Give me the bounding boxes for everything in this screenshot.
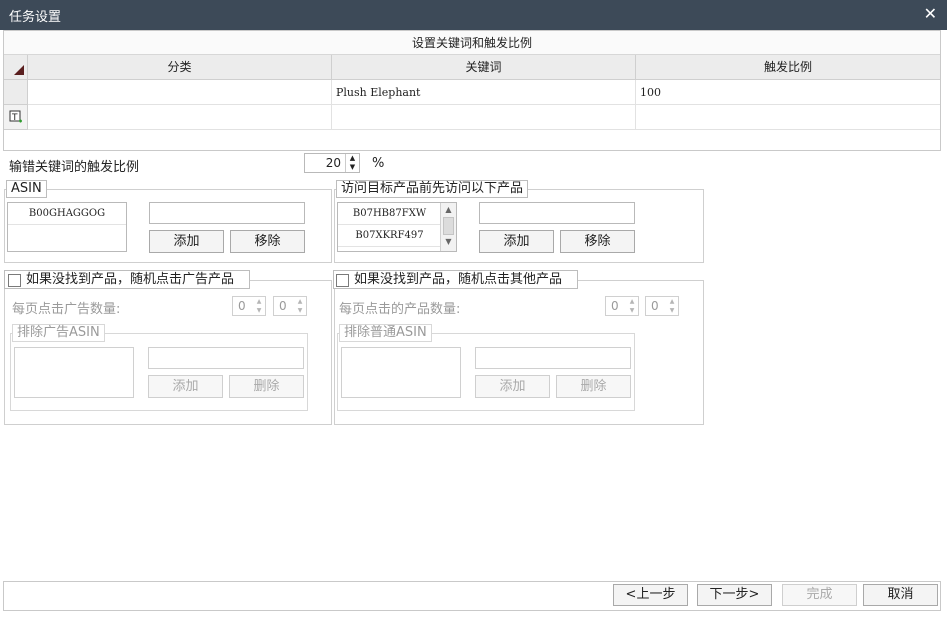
pre-visit-list-item[interactable]: B07HB87FXW bbox=[338, 203, 441, 225]
ad-exclude-delete-button[interactable]: 删除 bbox=[229, 375, 304, 398]
close-icon[interactable]: ✕ bbox=[924, 4, 937, 23]
cell-ratio[interactable]: 100 bbox=[636, 80, 940, 105]
ad-per-page-label: 每页点击广告数量: bbox=[12, 302, 121, 317]
pre-visit-list-item[interactable]: B07XKRF497 bbox=[338, 225, 441, 247]
other-spin-2-value: 0 bbox=[651, 299, 659, 313]
other-legend: 如果没找到产品，随机点击其他产品 bbox=[333, 270, 578, 289]
cell-category[interactable] bbox=[28, 80, 332, 105]
corner-triangle-icon bbox=[14, 65, 24, 75]
spinner-arrows-icon: ▲ ▼ bbox=[297, 298, 303, 314]
ad-exclude-list[interactable] bbox=[14, 347, 134, 398]
new-cell-keyword[interactable] bbox=[332, 105, 636, 130]
column-header-category[interactable]: 分类 bbox=[28, 55, 332, 80]
column-header-ratio[interactable]: 触发比例 bbox=[636, 55, 940, 80]
grid-title: 设置关键词和触发比例 bbox=[4, 31, 940, 55]
cancel-button[interactable]: 取消 bbox=[863, 584, 938, 606]
new-cell-ratio[interactable] bbox=[636, 105, 940, 130]
typo-ratio-value: 20 bbox=[325, 156, 341, 170]
next-button[interactable]: 下一步> bbox=[697, 584, 772, 606]
other-spin-1[interactable]: 0 ▲ ▼ bbox=[605, 296, 639, 316]
typo-ratio-spinner[interactable]: 20 ▲ ▼ bbox=[304, 153, 360, 173]
new-row-selector[interactable]: T bbox=[4, 105, 28, 130]
prev-button[interactable]: <上一步 bbox=[613, 584, 688, 606]
typo-ratio-label: 输错关键词的触发比例 bbox=[9, 160, 140, 175]
other-spin-2[interactable]: 0 ▲ ▼ bbox=[645, 296, 679, 316]
ad-spin-2[interactable]: 0 ▲ ▼ bbox=[273, 296, 307, 316]
window-title: 任务设置 bbox=[9, 10, 62, 25]
ad-exclude-add-button[interactable]: 添加 bbox=[148, 375, 223, 398]
pre-visit-input[interactable] bbox=[479, 202, 635, 224]
finish-button[interactable]: 完成 bbox=[782, 584, 857, 606]
ad-spin-1-value: 0 bbox=[238, 299, 246, 313]
pre-visit-remove-button[interactable]: 移除 bbox=[560, 230, 635, 253]
other-exclude-legend: 排除普通ASIN bbox=[339, 324, 432, 342]
asin-add-button[interactable]: 添加 bbox=[149, 230, 224, 253]
ad-exclude-input[interactable] bbox=[148, 347, 304, 369]
spinner-arrows-icon[interactable]: ▲ ▼ bbox=[345, 154, 359, 172]
ad-exclude-legend: 排除广告ASIN bbox=[12, 324, 105, 342]
scroll-up-icon[interactable]: ▲ bbox=[441, 203, 456, 217]
percent-unit: % bbox=[372, 156, 385, 171]
asin-legend: ASIN bbox=[6, 180, 47, 198]
pre-visit-scrollbar[interactable]: ▲ ▼ bbox=[440, 203, 456, 251]
ad-legend: 如果没找到产品，随机点击广告产品 bbox=[4, 270, 250, 289]
other-exclude-add-button[interactable]: 添加 bbox=[475, 375, 550, 398]
asin-remove-button[interactable]: 移除 bbox=[230, 230, 305, 253]
scroll-thumb[interactable] bbox=[443, 217, 454, 235]
select-all-corner[interactable] bbox=[4, 55, 28, 80]
other-spin-1-value: 0 bbox=[611, 299, 619, 313]
svg-text:T: T bbox=[11, 113, 18, 123]
ad-checkbox-label: 如果没找到产品，随机点击广告产品 bbox=[26, 272, 235, 287]
other-exclude-delete-button[interactable]: 删除 bbox=[556, 375, 631, 398]
other-per-page-label: 每页点击的产品数量: bbox=[339, 302, 461, 317]
asin-input[interactable] bbox=[149, 202, 305, 224]
ad-spin-2-value: 0 bbox=[279, 299, 287, 313]
spinner-arrows-icon: ▲ ▼ bbox=[629, 298, 635, 314]
row-selector[interactable] bbox=[4, 80, 28, 105]
new-cell-category[interactable] bbox=[28, 105, 332, 130]
pre-visit-add-button[interactable]: 添加 bbox=[479, 230, 554, 253]
ad-checkbox[interactable] bbox=[8, 274, 21, 287]
column-header-keyword[interactable]: 关键词 bbox=[332, 55, 636, 80]
asin-list-item[interactable]: B00GHAGGOG bbox=[8, 203, 126, 225]
other-exclude-input[interactable] bbox=[475, 347, 631, 369]
ad-spin-1[interactable]: 0 ▲ ▼ bbox=[232, 296, 266, 316]
spinner-arrows-icon: ▲ ▼ bbox=[669, 298, 675, 314]
keyword-grid: 设置关键词和触发比例 分类 关键词 触发比例 Plush Elephant 10… bbox=[3, 30, 941, 151]
other-checkbox-label: 如果没找到产品，随机点击其他产品 bbox=[354, 272, 563, 287]
spinner-arrows-icon: ▲ ▼ bbox=[256, 298, 262, 314]
pre-visit-legend: 访问目标产品前先访问以下产品 bbox=[336, 180, 529, 198]
pre-visit-list[interactable]: B07HB87FXW B07XKRF497 ▲ ▼ bbox=[337, 202, 457, 252]
new-row-icon: T bbox=[9, 110, 22, 123]
other-exclude-list[interactable] bbox=[341, 347, 461, 398]
other-checkbox[interactable] bbox=[336, 274, 349, 287]
cell-keyword[interactable]: Plush Elephant bbox=[332, 80, 636, 105]
title-bar: 任务设置 ✕ bbox=[0, 0, 947, 30]
asin-list[interactable]: B00GHAGGOG bbox=[7, 202, 127, 252]
scroll-down-icon[interactable]: ▼ bbox=[441, 235, 456, 249]
